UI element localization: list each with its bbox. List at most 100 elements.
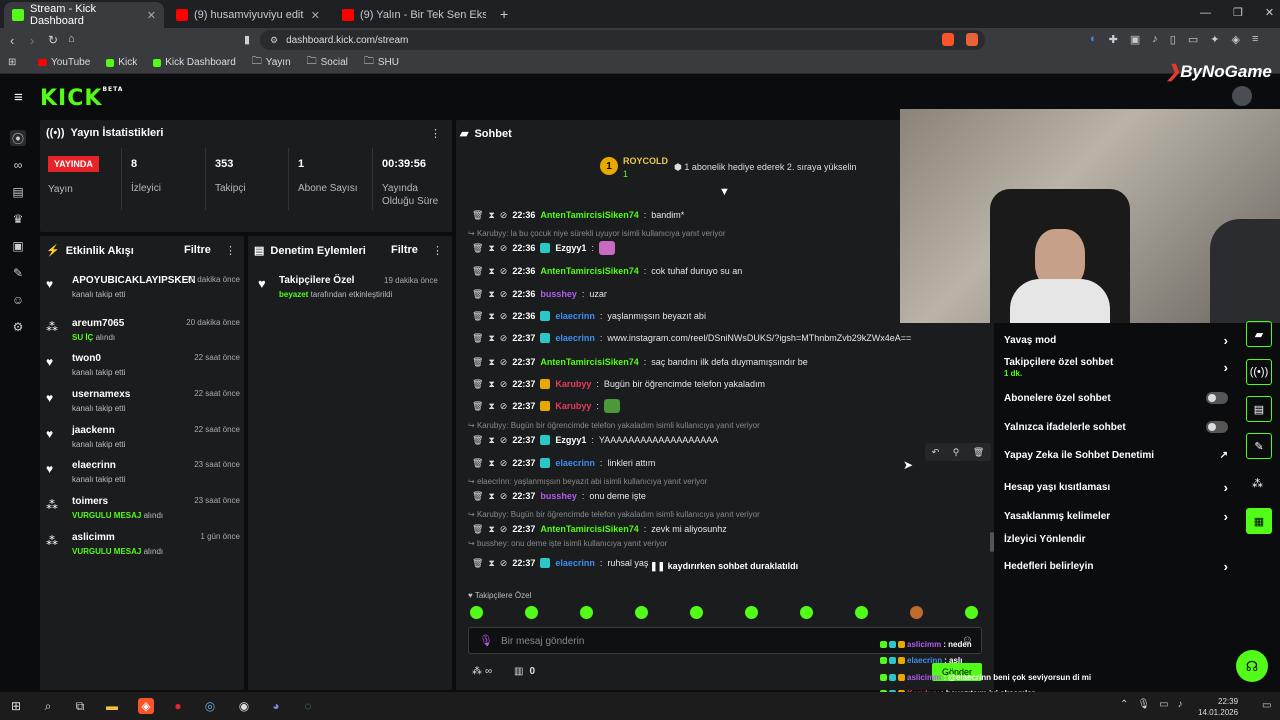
- chat-setting-row[interactable]: Yavaş mod ›: [1004, 333, 1228, 348]
- emote-button[interactable]: [690, 606, 703, 619]
- chevron-right-icon[interactable]: ›: [1224, 480, 1228, 495]
- notification-icon[interactable]: ▭: [1262, 700, 1271, 711]
- chat-setting-row[interactable]: Yalnızca ifadelerle sohbet: [1004, 421, 1228, 433]
- chat-message[interactable]: 🗑 ⧗ ⊘ 22:37 elaecrinn: linkleri attım: [472, 456, 942, 470]
- leaderboard-user[interactable]: ROYCOLD: [623, 156, 668, 166]
- external-link-icon[interactable]: ↗: [1220, 450, 1228, 461]
- support-button[interactable]: ☊: [1236, 650, 1268, 682]
- forward-icon[interactable]: ›: [30, 33, 34, 48]
- delete-message-icon[interactable]: 🗑: [472, 435, 483, 446]
- emote-button[interactable]: [855, 606, 868, 619]
- chat-message[interactable]: 🗑 ⧗ ⊘ 22:37 elaecrinn: www.instagram.com/reel…: [472, 331, 942, 345]
- timeout-icon[interactable]: ⧗: [488, 435, 494, 446]
- activity-event[interactable]: ♥ APOYUBICAKLAYIPSKEN kanalı takip etti 19 …: [46, 275, 240, 305]
- emote-button[interactable]: [965, 606, 978, 619]
- delete-message-icon[interactable]: 🗑: [472, 210, 483, 221]
- chat-setting-row[interactable]: Abonelere özel sohbet: [1004, 392, 1228, 404]
- emote-button[interactable]: [470, 606, 483, 619]
- obs-icon[interactable]: ◉: [236, 698, 252, 714]
- tab-close-icon[interactable]: ✕: [147, 9, 156, 22]
- brave-shield-icon[interactable]: [942, 33, 954, 46]
- delete-message-icon[interactable]: 🗑: [472, 401, 483, 412]
- chat-setting-row[interactable]: Hesap yaşı kısıtlaması ›: [1004, 480, 1228, 495]
- steam-icon[interactable]: ◎: [202, 698, 218, 714]
- delete-message-icon[interactable]: 🗑: [472, 289, 483, 300]
- chat-setting-row[interactable]: İzleyici Yönlendir: [1004, 534, 1228, 545]
- message-username[interactable]: AntenTamircisiSiken74: [540, 266, 638, 276]
- nav-link-icon[interactable]: ∞: [10, 157, 26, 173]
- close-window-icon[interactable]: ✕: [1265, 6, 1274, 19]
- message-username[interactable]: busshey: [540, 491, 577, 501]
- delete-icon[interactable]: 🗑: [973, 447, 984, 458]
- message-username[interactable]: Karubyy: [555, 379, 591, 389]
- delete-message-icon[interactable]: 🗑: [472, 357, 483, 368]
- tray-chevron-icon[interactable]: ⌃: [1120, 699, 1128, 710]
- pin-icon[interactable]: ⚲: [953, 447, 960, 458]
- task-view-icon[interactable]: ⧉: [72, 698, 88, 714]
- address-bar[interactable]: ⚙ dashboard.kick.com/stream: [260, 30, 985, 50]
- chat-message[interactable]: 🗑 ⧗ ⊘ 22:37 Karubyy: Bugün bir öğrencimde tel…: [472, 377, 942, 391]
- nav-analytics-icon[interactable]: ▤: [10, 184, 26, 200]
- timeout-icon[interactable]: ⧗: [488, 210, 494, 221]
- message-username[interactable]: elaecrinn: [555, 558, 595, 568]
- delete-message-icon[interactable]: 🗑: [472, 243, 483, 254]
- ban-icon[interactable]: ⊘: [500, 379, 508, 390]
- activity-event[interactable]: ⁂ aslicimm VURGULU MESAJ alındı 1 gün önce: [46, 532, 240, 562]
- timeout-icon[interactable]: ⧗: [488, 524, 494, 535]
- back-icon[interactable]: ‹: [10, 33, 14, 48]
- timeout-icon[interactable]: ⧗: [488, 491, 494, 502]
- chat-button[interactable]: ▰: [1246, 321, 1272, 347]
- ai-icon[interactable]: ✦: [1210, 33, 1219, 46]
- menu-icon[interactable]: ≡: [1252, 33, 1258, 46]
- file-explorer-icon[interactable]: ▬: [104, 698, 120, 714]
- discord-icon[interactable]: ◕: [268, 698, 284, 714]
- nav-trophy-icon[interactable]: ♛: [10, 211, 26, 227]
- nav-tools-icon[interactable]: ✎: [10, 265, 26, 281]
- nav-stream-icon[interactable]: ⦿: [10, 130, 26, 146]
- brave-browser-icon[interactable]: ◈: [138, 698, 154, 714]
- stream-button[interactable]: ((•)): [1246, 359, 1272, 385]
- media-app-icon[interactable]: ●: [170, 698, 186, 714]
- ban-icon[interactable]: ⊘: [500, 289, 508, 300]
- chat-message[interactable]: 🗑 ⧗ ⊘ 22:36 AntenTamircisiSiken74: bandim*: [472, 208, 942, 222]
- delete-message-icon[interactable]: 🗑: [472, 558, 483, 569]
- hamburger-menu-icon[interactable]: ≡: [14, 89, 23, 106]
- tab-close-icon[interactable]: ✕: [311, 9, 320, 22]
- microphone-icon[interactable]: 🎙: [479, 634, 493, 647]
- ban-icon[interactable]: ⊘: [500, 243, 508, 254]
- chat-message[interactable]: 🗑 ⧗ ⊘ 22:37 busshey: onu deme işte: [472, 489, 942, 503]
- bookmark-kick[interactable]: Kick: [106, 57, 137, 68]
- tab-youtube-1[interactable]: (9) husamviyuviyu edit toplantısı 4 - ✕: [168, 2, 328, 28]
- network-icon[interactable]: ▭: [1159, 699, 1168, 710]
- ban-icon[interactable]: ⊘: [500, 210, 508, 221]
- bookmark-folder-yayin[interactable]: 🗀 Yayın: [252, 54, 291, 71]
- chat-setting-row[interactable]: Hedefleri belirleyin ›: [1004, 559, 1228, 574]
- ban-icon[interactable]: ⊘: [500, 311, 508, 322]
- delete-message-icon[interactable]: 🗑: [472, 311, 483, 322]
- bookmark-folder-social[interactable]: 🗀 Social: [307, 54, 348, 71]
- moderation-filter-button[interactable]: Filtre: [391, 244, 418, 256]
- ban-icon[interactable]: ⊘: [500, 524, 508, 535]
- activity-event[interactable]: ⁂ areum7065 SU İÇ alındı 20 dakika önce: [46, 318, 240, 348]
- tab-youtube-2[interactable]: (9) Yalın - Bir Tek Sen Eksiksin - YouTu: [334, 2, 494, 28]
- timeout-icon[interactable]: ⧗: [488, 289, 494, 300]
- ban-icon[interactable]: ⊘: [500, 357, 508, 368]
- message-username[interactable]: elaecrinn: [555, 458, 595, 468]
- chat-setting-row[interactable]: Yasaklanmış kelimeler ›: [1004, 509, 1228, 524]
- ban-icon[interactable]: ⊘: [500, 333, 508, 344]
- delete-message-icon[interactable]: 🗑: [472, 491, 483, 502]
- kick-logo[interactable]: KICKBETA: [40, 86, 123, 111]
- timeout-icon[interactable]: ⧗: [488, 243, 494, 254]
- message-username[interactable]: AntenTamircisiSiken74: [540, 524, 638, 534]
- home-icon[interactable]: ⌂: [68, 33, 75, 45]
- activity-event[interactable]: ⁂ toimers VURGULU MESAJ alındı 23 saat önce: [46, 496, 240, 526]
- message-username[interactable]: elaecrinn: [555, 311, 595, 321]
- timeout-icon[interactable]: ⧗: [488, 558, 494, 569]
- message-username[interactable]: Ezgyy1: [555, 243, 586, 253]
- timeout-icon[interactable]: ⧗: [488, 266, 494, 277]
- delete-message-icon[interactable]: 🗑: [472, 458, 483, 469]
- bookmark-icon[interactable]: ▮: [244, 33, 250, 46]
- translate-icon[interactable]: ◐: [1090, 33, 1097, 46]
- message-username[interactable]: Karubyy: [555, 401, 591, 411]
- setting-toggle[interactable]: [1206, 392, 1228, 404]
